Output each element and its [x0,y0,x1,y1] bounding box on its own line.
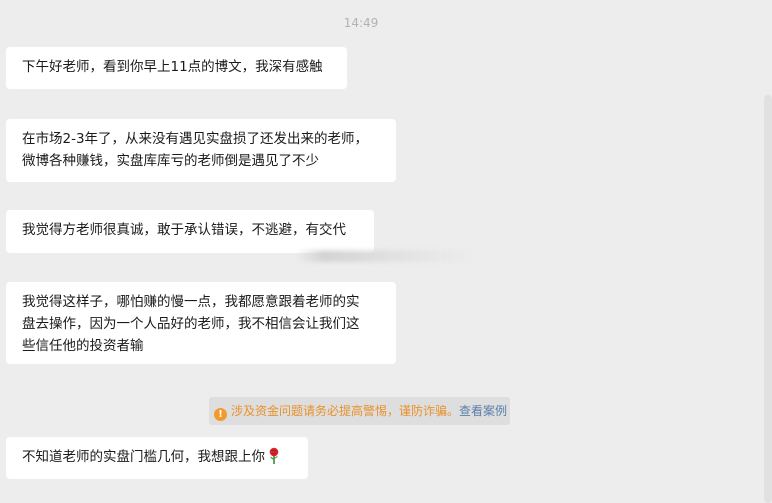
message-bubble[interactable]: 不知道老师的实盘门槛几何，我想跟上你 [6,437,308,479]
message-text: 在市场2-3年了，从来没有遇见实盘损了还发出来的老师， [22,131,369,147]
rose-icon [266,447,282,465]
message-text: 些信任他的投资者输 [22,338,144,354]
message-bubble[interactable]: 我觉得这样子，哪怕赚的慢一点，我都愿意跟着老师的实 盘去操作，因为一个人品好的老… [6,282,396,364]
message-text: 不知道老师的实盘门槛几何，我想跟上你 [22,449,265,465]
view-cases-link[interactable]: 查看案例 [459,404,507,418]
message-text: 我觉得方老师很真诚，敢于承认错误，不逃避，有交代 [22,222,346,238]
chat-area: 14:49 下午好老师，看到你早上11点的博文，我深有感触 在市场2-3年了，从… [0,0,772,503]
blurred-overlay [296,250,476,262]
message-text: 微博各种赚钱，实盘库库亏的老师倒是遇见了不少 [22,153,319,169]
message-text: 我觉得这样子，哪怕赚的慢一点，我都愿意跟着老师的实 [22,294,360,310]
message-text: 下午好老师，看到你早上11点的博文，我深有感触 [22,59,323,75]
info-icon: ! [214,408,227,421]
notice-text: 涉及资金问题请务必提高警惕，谨防诈骗。 [231,404,460,418]
scrollbar[interactable] [764,95,772,503]
security-notice: ! 涉及资金问题请务必提高警惕，谨防诈骗。查看案例 [209,397,510,425]
message-bubble[interactable]: 在市场2-3年了，从来没有遇见实盘损了还发出来的老师， 微博各种赚钱，实盘库库亏… [6,119,396,182]
timestamp: 14:49 [343,16,379,30]
message-bubble[interactable]: 下午好老师，看到你早上11点的博文，我深有感触 [6,47,347,89]
message-bubble[interactable]: 我觉得方老师很真诚，敢于承认错误，不逃避，有交代 [6,210,374,253]
message-text: 盘去操作，因为一个人品好的老师，我不相信会让我们这 [22,316,360,332]
